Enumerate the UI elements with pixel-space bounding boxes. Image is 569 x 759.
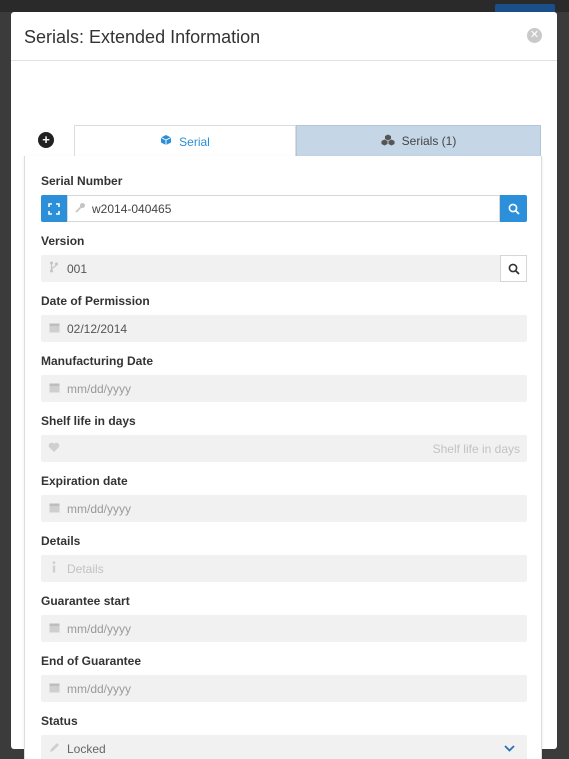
- tab-serial-label: Serial: [179, 134, 210, 149]
- calendar-icon: [41, 322, 67, 336]
- search-icon: [508, 203, 520, 215]
- scan-button[interactable]: [41, 195, 67, 222]
- close-button[interactable]: ✕: [527, 28, 542, 43]
- modal-header: Serials: Extended Information ✕: [11, 12, 557, 61]
- calendar-icon: [41, 502, 67, 516]
- search-icon: [508, 263, 520, 275]
- chevron-down-icon[interactable]: [504, 743, 515, 755]
- status-label: Status: [41, 714, 78, 728]
- pencil-icon: [41, 742, 67, 756]
- details-field[interactable]: Details: [41, 555, 527, 582]
- info-icon: [41, 561, 67, 576]
- status-value: Locked: [67, 741, 106, 756]
- guarantee-start-field[interactable]: mm/dd/yyyy: [41, 615, 527, 642]
- details-placeholder: Details: [67, 561, 104, 576]
- manufacturing-date-field[interactable]: mm/dd/yyyy: [41, 375, 527, 402]
- shelf-life-placeholder: Shelf life in days: [432, 441, 520, 456]
- background-app-bar: [0, 0, 569, 12]
- tab-serials-label: Serials (1): [401, 134, 457, 148]
- extended-info-modal: Serials: Extended Information ✕ + Serial…: [11, 12, 557, 759]
- modal-title: Serials: Extended Information: [24, 27, 261, 47]
- cubes-icon: [381, 134, 395, 149]
- version-value: 001: [67, 261, 88, 276]
- expiration-date-label: Expiration date: [41, 474, 128, 488]
- serial-number-group: w2014-040465: [41, 195, 527, 222]
- serial-number-input[interactable]: w2014-040465: [67, 195, 500, 222]
- end-of-guarantee-field[interactable]: mm/dd/yyyy: [41, 675, 527, 702]
- branch-icon: [41, 261, 67, 276]
- version-field[interactable]: 001: [41, 255, 527, 282]
- guarantee-start-placeholder: mm/dd/yyyy: [67, 621, 132, 636]
- heart-icon: [41, 442, 67, 456]
- expiration-date-field[interactable]: mm/dd/yyyy: [41, 495, 527, 522]
- end-of-guarantee-placeholder: mm/dd/yyyy: [67, 681, 132, 696]
- date-of-permission-value: 02/12/2014: [67, 321, 128, 336]
- tab-serial[interactable]: Serial: [74, 125, 296, 157]
- version-label: Version: [41, 234, 85, 248]
- cube-icon: [160, 134, 172, 149]
- details-label: Details: [41, 534, 81, 548]
- shelf-life-field[interactable]: Shelf life in days: [41, 435, 527, 462]
- expiration-date-placeholder: mm/dd/yyyy: [67, 501, 132, 516]
- serial-number-value: w2014-040465: [92, 201, 172, 216]
- guarantee-start-label: Guarantee start: [41, 594, 130, 608]
- add-tab-button[interactable]: +: [38, 132, 54, 148]
- serial-number-label: Serial Number: [41, 174, 123, 188]
- scan-icon: [48, 202, 60, 215]
- date-of-permission-field[interactable]: 02/12/2014: [41, 315, 527, 342]
- serial-search-button[interactable]: [500, 195, 527, 222]
- key-icon: [68, 202, 92, 216]
- calendar-icon: [41, 682, 67, 696]
- calendar-icon: [41, 382, 67, 396]
- version-search-button[interactable]: [500, 255, 527, 282]
- end-of-guarantee-label: End of Guarantee: [41, 654, 142, 668]
- manufacturing-date-placeholder: mm/dd/yyyy: [67, 381, 132, 396]
- status-select[interactable]: Locked: [41, 735, 527, 759]
- serial-form-panel: Serial Number w2014-040465 Version 001 D…: [24, 156, 542, 759]
- tab-serials[interactable]: Serials (1): [296, 125, 541, 157]
- calendar-icon: [41, 622, 67, 636]
- date-of-permission-label: Date of Permission: [41, 294, 150, 308]
- shelf-life-label: Shelf life in days: [41, 414, 136, 428]
- manufacturing-date-label: Manufacturing Date: [41, 354, 154, 368]
